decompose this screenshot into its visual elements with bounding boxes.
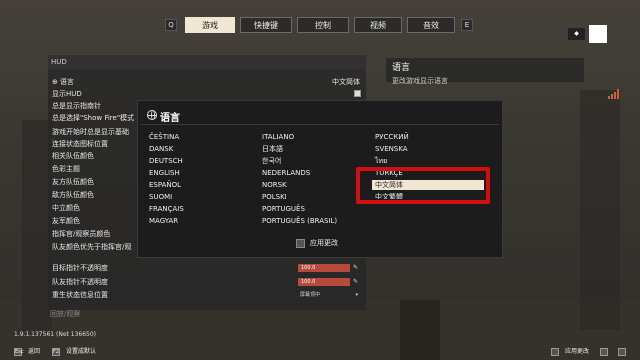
language-option[interactable]: РУССКИЙ <box>375 132 409 142</box>
language-option[interactable]: ENGLISH <box>149 168 180 178</box>
language-option[interactable]: NEDERLANDS <box>262 168 310 178</box>
background-pillar <box>580 90 620 330</box>
menu-key-icon[interactable] <box>600 348 608 356</box>
language-option[interactable]: PORTUGUÊS (BRASIL) <box>262 216 337 226</box>
dropdown-value: 屏幕顶中 <box>300 292 321 298</box>
apply-key-icon <box>296 239 305 248</box>
setting-row-friendly-color[interactable]: 友方队伍颜色 <box>52 177 94 187</box>
setting-row-relative-colors[interactable]: 相关队伍颜色 <box>52 151 94 161</box>
setting-row-compass[interactable]: 总是显示指南针 <box>52 101 101 111</box>
language-option[interactable]: 日本語 <box>262 144 283 154</box>
description-title: 语言 <box>392 63 411 73</box>
setting-row-connection-icon[interactable]: 连接状态图标位置 <box>52 139 108 149</box>
tab-controls[interactable]: 控制 <box>297 17 349 33</box>
background-character <box>400 300 440 360</box>
edit-icon[interactable]: ✎ <box>353 264 361 272</box>
language-option[interactable]: SUOMI <box>149 192 172 202</box>
modal-title: 语言 <box>160 113 180 124</box>
language-option[interactable]: DANSK <box>149 144 173 154</box>
language-option[interactable]: ČEŠTINA <box>149 132 179 142</box>
language-option[interactable]: POLSKI <box>262 192 287 202</box>
setting-row-show-hud[interactable]: 显示HUD <box>52 89 82 99</box>
language-option[interactable]: DEUTSCH <box>149 156 183 166</box>
objective-opacity-slider[interactable]: 100.0 <box>298 264 350 272</box>
setting-row-ally-color[interactable]: 友军颜色 <box>52 216 80 226</box>
f2-key-icon: F2 <box>52 348 60 356</box>
setting-row-language[interactable]: ⊕ 语言 <box>52 77 74 87</box>
signal-icon <box>608 89 620 99</box>
divider <box>141 124 499 125</box>
menu-key-icon[interactable] <box>618 348 626 356</box>
rank-icon: ◆ <box>568 28 585 40</box>
version-text: 1.9.1.137561 (Net 136650) <box>14 331 97 338</box>
language-option[interactable]: FRANÇAIS <box>149 204 184 214</box>
language-option[interactable]: ITALIANO <box>262 132 294 142</box>
setting-row-replay[interactable]: 回放/观察 <box>50 309 80 319</box>
setting-row-show-base[interactable]: 游戏开始时总是显示基础 <box>52 127 129 137</box>
esc-key-icon: Esc <box>14 348 24 356</box>
back-button[interactable]: 返回 <box>28 347 40 357</box>
tab-audio[interactable]: 音效 <box>407 17 455 33</box>
prev-tab-key[interactable]: Q <box>165 19 177 31</box>
setting-row-respawn-position[interactable]: 重生状态信息位置 <box>52 290 108 300</box>
setting-row-teammate-opacity[interactable]: 队友指针不透明度 <box>52 277 108 287</box>
show-hud-checkbox[interactable] <box>354 90 361 97</box>
respawn-position-dropdown[interactable]: 屏幕顶中 ▾ <box>300 291 362 299</box>
highlight-box <box>356 167 490 204</box>
settings-tab-bar: Q 游戏 快捷键 控制 视频 音效 E <box>0 17 640 35</box>
apply-key-icon <box>551 348 559 356</box>
language-option[interactable]: MAGYAR <box>149 216 178 226</box>
setting-label: 语言 <box>59 78 74 86</box>
setting-row-enemy-color[interactable]: 敌方队伍颜色 <box>52 190 94 200</box>
language-option[interactable]: ESPAÑOL <box>149 180 181 190</box>
avatar[interactable] <box>589 25 607 43</box>
reset-default-button[interactable]: 设置成默认 <box>66 347 96 357</box>
setting-row-color-theme[interactable]: 色彩主题 <box>52 164 80 174</box>
next-tab-key[interactable]: E <box>461 19 473 31</box>
globe-icon <box>147 110 157 120</box>
teammate-opacity-slider[interactable]: 100.0 <box>298 278 350 286</box>
setting-row-show-fire[interactable]: 总是选择"Show Fire"模式 <box>52 113 134 123</box>
description-text: 更改游戏显示语言 <box>392 77 448 85</box>
section-header: HUD <box>48 55 366 69</box>
language-option[interactable]: PORTUGUÊS <box>262 204 305 214</box>
edit-icon[interactable]: ✎ <box>353 278 361 286</box>
setting-row-objective-opacity[interactable]: 目标指针不透明度 <box>52 263 108 273</box>
language-option[interactable]: ไทย <box>375 156 387 166</box>
modal-apply-button[interactable]: 应用更改 <box>310 238 338 248</box>
language-option[interactable]: SVENSKA <box>375 144 408 154</box>
globe-icon: ⊕ <box>52 78 58 86</box>
language-option[interactable]: NORSK <box>262 180 287 190</box>
footer-apply-button[interactable]: 应用更改 <box>565 347 589 357</box>
setting-row-commander-color[interactable]: 指挥官/观察员颜色 <box>52 229 110 239</box>
chevron-down-icon: ▾ <box>355 292 358 298</box>
setting-row-neutral-color[interactable]: 中立颜色 <box>52 203 80 213</box>
tab-keybinds[interactable]: 快捷键 <box>240 17 292 33</box>
setting-row-teammate-priority[interactable]: 队友颜色优先于指挥官/观 <box>52 242 131 252</box>
setting-value-language[interactable]: 中文简体 <box>332 77 360 87</box>
tab-game[interactable]: 游戏 <box>185 17 235 33</box>
language-option[interactable]: 한국어 <box>262 156 281 166</box>
tab-video[interactable]: 视频 <box>354 17 402 33</box>
